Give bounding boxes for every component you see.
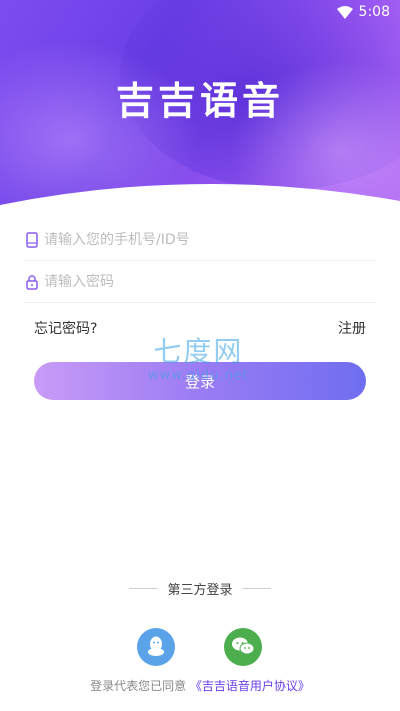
account-links: 忘记密码? 注册 [34,318,366,338]
password-field[interactable] [24,261,376,303]
qq-icon [146,635,166,660]
lock-icon [24,274,40,290]
register-link[interactable]: 注册 [338,318,366,338]
forgot-password-link[interactable]: 忘记密码? [34,318,97,338]
agreement-text: 登录代表您已同意 《吉吉语音用户协议》 [0,677,400,694]
divider [129,588,158,589]
wechat-login-button[interactable] [224,628,262,666]
wifi-icon [336,5,353,19]
status-time: 5:08 [358,4,390,20]
user-agreement-link[interactable]: 《吉吉语音用户协议》 [190,679,310,693]
third-party-title: 第三方登录 [167,583,233,598]
qq-login-button[interactable] [137,628,175,666]
phone-input[interactable] [44,231,376,248]
status-bar: 5:08 [0,0,400,24]
third-party-login-heading: 第三方登录 [0,579,400,598]
phone-icon [24,231,40,248]
app-title: 吉吉语音 [115,78,284,123]
divider [242,588,271,589]
header-wave [0,183,400,215]
password-input[interactable] [44,273,376,290]
phone-field[interactable] [24,219,376,261]
login-button[interactable]: 登录 [34,362,366,400]
agreement-prefix: 登录代表您已同意 [90,679,187,693]
wechat-icon [231,636,255,659]
